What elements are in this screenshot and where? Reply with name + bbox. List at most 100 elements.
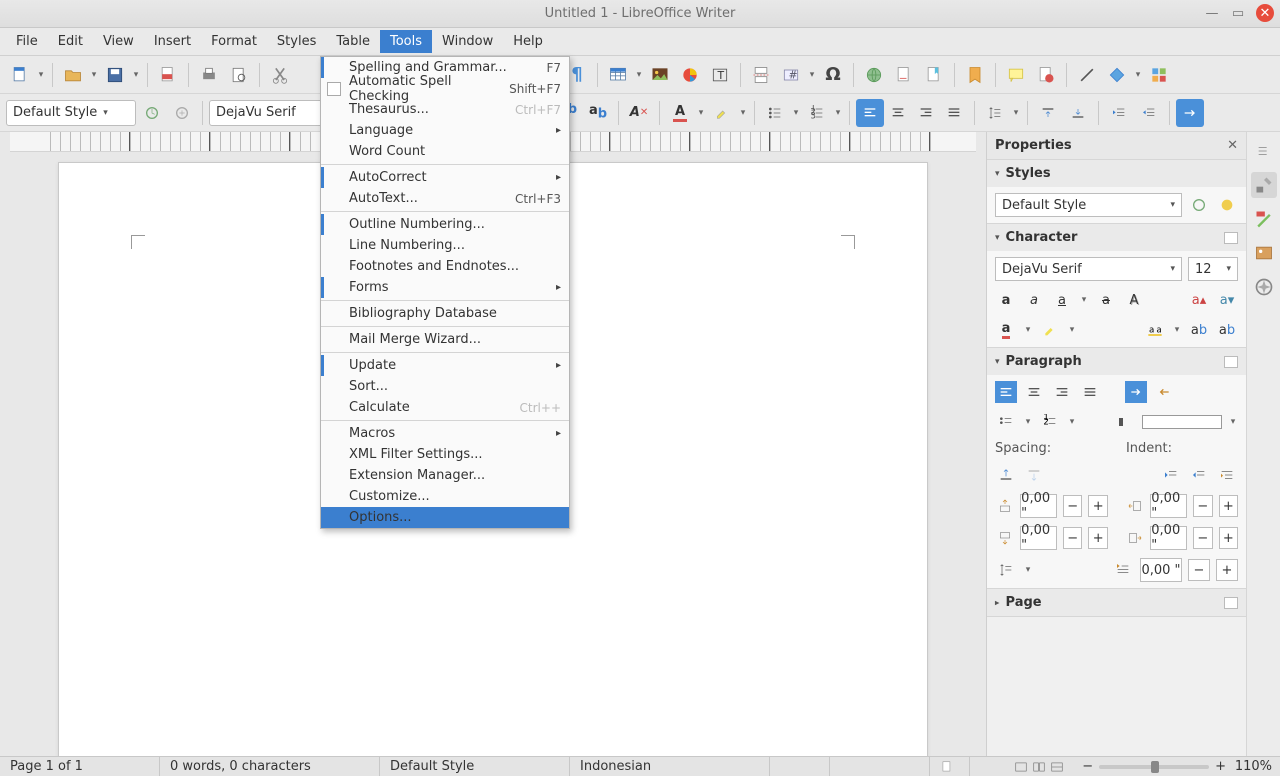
font-size-combo[interactable]: 12▾ (1188, 257, 1238, 281)
section-page-header[interactable]: ▾Page (987, 589, 1246, 616)
indent-after-input[interactable]: 0,00 " (1150, 526, 1187, 550)
track-changes-button[interactable] (1032, 61, 1060, 89)
tools-menu-item-25[interactable]: Customize... (321, 486, 569, 507)
rtl-button[interactable] (1153, 381, 1175, 403)
status-page[interactable]: Page 1 of 1 (0, 757, 160, 776)
special-char-button[interactable]: Ω (819, 61, 847, 89)
tools-menu-item-11[interactable]: Footnotes and Endnotes... (321, 256, 569, 277)
insert-table-button[interactable] (604, 61, 632, 89)
menu-window[interactable]: Window (432, 30, 503, 53)
underline-button[interactable]: a (1051, 289, 1073, 311)
indent-first-minus[interactable]: − (1188, 559, 1210, 581)
sup-button[interactable]: ab (1188, 319, 1210, 341)
maximize-button[interactable]: ▭ (1230, 5, 1246, 21)
tools-menu-item-9[interactable]: Outline Numbering... (321, 214, 569, 235)
spacing-below-input[interactable]: 0,00 " (1020, 526, 1057, 550)
insert-field-dropdown[interactable]: ▾ (807, 70, 817, 80)
tab-styles-icon[interactable] (1251, 206, 1277, 232)
italic-button[interactable]: a (1023, 289, 1045, 311)
sidebar-close-icon[interactable]: ✕ (1227, 138, 1238, 153)
decrease-indent-button[interactable] (1135, 99, 1163, 127)
section-paragraph-header[interactable]: ▾Paragraph (987, 348, 1246, 375)
numbering-icon[interactable]: 12 (1039, 411, 1061, 433)
tools-menu-item-6[interactable]: AutoCorrect▸ (321, 167, 569, 188)
align-left-button[interactable] (856, 99, 884, 127)
tools-menu-item-26[interactable]: Options... (321, 507, 569, 528)
highlight-icon[interactable] (1039, 319, 1061, 341)
line-spacing-dropdown[interactable]: ▾ (1011, 108, 1021, 118)
increase-indent-button[interactable] (1105, 99, 1133, 127)
decrease-spacing-button[interactable] (1064, 99, 1092, 127)
tools-menu-item-12[interactable]: Forms▸ (321, 277, 569, 298)
spacing-above-input[interactable]: 0,00 " (1020, 494, 1057, 518)
char-spacing-button[interactable]: aa (1144, 319, 1166, 341)
para-align-center[interactable] (1023, 381, 1045, 403)
ltr-button[interactable] (1176, 99, 1204, 127)
tools-menu-item-18[interactable]: Update▸ (321, 355, 569, 376)
menu-tools[interactable]: Tools (380, 30, 432, 53)
menu-file[interactable]: File (6, 30, 48, 53)
tools-menu-item-3[interactable]: Language▸ (321, 120, 569, 141)
hyperlink-button[interactable] (860, 61, 888, 89)
menu-view[interactable]: View (93, 30, 144, 53)
record-changes-button[interactable] (961, 61, 989, 89)
print-button[interactable] (195, 61, 223, 89)
bullet-list-dropdown[interactable]: ▾ (791, 108, 801, 118)
close-button[interactable]: ✕ (1256, 4, 1274, 22)
bullets-icon[interactable] (995, 411, 1017, 433)
tools-menu-item-7[interactable]: AutoText...Ctrl+F3 (321, 188, 569, 209)
tools-menu-item-10[interactable]: Line Numbering... (321, 235, 569, 256)
insert-image-button[interactable] (646, 61, 674, 89)
more-icon[interactable] (1224, 597, 1238, 609)
tools-menu-item-4[interactable]: Word Count (321, 141, 569, 162)
shapes-button[interactable] (1103, 61, 1131, 89)
more-icon[interactable] (1224, 232, 1238, 244)
strike-button[interactable]: a (1095, 289, 1117, 311)
line-button[interactable] (1073, 61, 1101, 89)
print-preview-button[interactable] (225, 61, 253, 89)
indent-after-minus[interactable]: − (1193, 527, 1212, 549)
footnote-button[interactable] (890, 61, 918, 89)
sub-button[interactable]: ab (1216, 319, 1238, 341)
update-style-button[interactable] (138, 99, 166, 127)
font-color-icon[interactable]: a (995, 319, 1017, 341)
font-combo[interactable]: DejaVu Serif▾ (995, 257, 1182, 281)
menu-edit[interactable]: Edit (48, 30, 93, 53)
cut-button[interactable] (266, 61, 294, 89)
paragraph-style-combo[interactable]: Default Style▾ (6, 100, 136, 126)
tools-menu-item-14[interactable]: Bibliography Database (321, 303, 569, 324)
menu-insert[interactable]: Insert (144, 30, 201, 53)
insert-field-button[interactable]: # (777, 61, 805, 89)
sidebar-settings-icon[interactable] (1251, 138, 1277, 164)
para-align-right[interactable] (1051, 381, 1073, 403)
hanging-indent-icon[interactable] (1216, 464, 1238, 486)
status-style[interactable]: Default Style (380, 757, 570, 776)
zoom-slider[interactable]: −+ 110% (1074, 759, 1280, 774)
align-right-button[interactable] (912, 99, 940, 127)
shrink-font-button[interactable]: a▾ (1216, 289, 1238, 311)
dec-above-icon[interactable] (1023, 464, 1045, 486)
tab-properties-icon[interactable] (1251, 172, 1277, 198)
spacing-above-minus[interactable]: − (1063, 495, 1082, 517)
export-pdf-button[interactable] (154, 61, 182, 89)
grow-font-button[interactable]: a▴ (1188, 289, 1210, 311)
tools-menu-item-16[interactable]: Mail Merge Wizard... (321, 329, 569, 350)
ltr-button[interactable] (1125, 381, 1147, 403)
menu-table[interactable]: Table (326, 30, 380, 53)
subscript-button[interactable]: ab (584, 99, 612, 127)
highlight-dropdown[interactable]: ▾ (738, 108, 748, 118)
bookmark-button[interactable] (920, 61, 948, 89)
status-words[interactable]: 0 words, 0 characters (160, 757, 380, 776)
shadow-button[interactable]: A (1123, 289, 1145, 311)
tools-menu-item-1[interactable]: Automatic Spell CheckingShift+F7 (321, 78, 569, 99)
new-style-button[interactable] (168, 99, 196, 127)
status-lang[interactable]: Indonesian (570, 757, 770, 776)
tools-menu-item-24[interactable]: Extension Manager... (321, 465, 569, 486)
section-character-header[interactable]: ▾Character (987, 224, 1246, 251)
increase-spacing-button[interactable] (1034, 99, 1062, 127)
status-sel[interactable] (830, 757, 930, 776)
font-color-button[interactable]: A (666, 99, 694, 127)
spacing-below-minus[interactable]: − (1063, 527, 1082, 549)
tab-navigator-icon[interactable] (1251, 274, 1277, 300)
spacing-below-plus[interactable]: + (1088, 527, 1107, 549)
